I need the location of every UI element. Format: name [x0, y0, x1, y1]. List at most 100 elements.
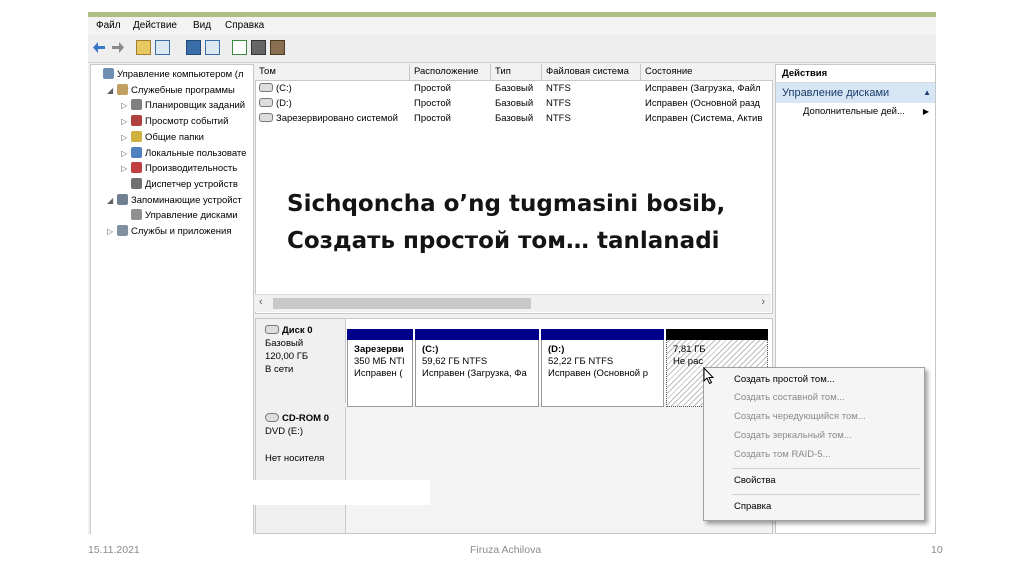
volume-cell: Исправен (Основной разд — [645, 96, 773, 111]
ctx-new-spanned-volume[interactable]: Создать составной том... — [734, 389, 845, 407]
actions-more[interactable]: Дополнительные дей... ▶ — [776, 103, 935, 121]
actions-header: Действия — [776, 65, 935, 83]
tree-node-label: Диспетчер устройств — [145, 178, 238, 190]
scrollbar-thumb[interactable] — [273, 298, 531, 309]
tree-node-label: Планировщик заданий — [145, 100, 246, 112]
tree-node[interactable]: Управление компьютером (л — [93, 67, 244, 82]
action-pane-icon[interactable] — [205, 40, 220, 55]
tree-node-label: Управление дисками — [145, 210, 238, 222]
shared-folder-icon — [131, 130, 142, 142]
column-status[interactable]: Состояние — [641, 64, 773, 80]
ctx-help[interactable]: Справка — [734, 498, 771, 516]
device-manager-icon — [131, 177, 142, 189]
expand-arrow-icon[interactable]: ▷ — [121, 98, 131, 113]
context-menu: Создать простой том... Создать составной … — [703, 367, 925, 521]
disk0-label[interactable]: Диск 0 Базовый 120,00 ГБ В сети — [256, 319, 346, 403]
ctx-properties[interactable]: Свойства — [734, 472, 776, 490]
column-filesystem[interactable]: Файловая система — [542, 64, 641, 80]
tree-node[interactable]: Управление дисками — [121, 208, 238, 223]
menu-view[interactable]: Вид — [193, 20, 211, 31]
disk0-type: Базовый — [265, 338, 304, 349]
actions-section-label: Управление дисками — [782, 87, 890, 99]
connect-icon[interactable] — [251, 40, 266, 55]
tree-node[interactable]: ▷ Производительность — [121, 161, 237, 176]
expand-arrow-icon[interactable]: ◢ — [107, 83, 117, 98]
back-arrow-icon[interactable] — [92, 40, 107, 55]
tree-node-label: Служебные программы — [131, 84, 235, 96]
storage-icon — [117, 193, 128, 205]
volume-cell-text: Зарезервировано системой — [276, 113, 398, 124]
cdrom-media: Нет носителя — [265, 453, 325, 464]
ctx-new-raid5-volume[interactable]: Создать том RAID-5... — [734, 446, 831, 464]
disk-management-icon — [131, 209, 142, 221]
tree-node[interactable]: ▷ Локальные пользовате — [121, 146, 246, 161]
menu-help[interactable]: Справка — [225, 20, 264, 31]
refresh-icon[interactable] — [232, 40, 247, 55]
volume-cell-text: Простой — [414, 113, 451, 124]
expand-arrow-icon[interactable]: ▷ — [121, 130, 131, 145]
performance-icon — [131, 162, 142, 174]
volume-cell-text: Простой — [414, 98, 451, 109]
partition-bar — [666, 329, 768, 340]
tree-node-label: Запоминающие устройст — [131, 194, 242, 206]
ctx-new-simple-volume[interactable]: Создать простой том... — [734, 371, 835, 389]
partition-status: Исправен ( — [354, 368, 403, 379]
console-tree-icon[interactable] — [155, 40, 170, 55]
up-folder-icon[interactable] — [136, 40, 151, 55]
collapse-up-icon[interactable]: ▲ — [923, 83, 931, 103]
scroll-right-icon[interactable]: › — [761, 296, 765, 308]
expand-arrow-icon[interactable]: ▷ — [121, 161, 131, 176]
column-type[interactable]: Тип — [491, 64, 542, 80]
overlay-line-2: Создать простой том… tanlanadi — [287, 228, 720, 254]
horizontal-scrollbar[interactable]: ‹ › — [255, 294, 771, 312]
column-volume[interactable]: Том — [255, 64, 410, 80]
tree-node[interactable]: ▷ Службы и приложения — [107, 224, 231, 239]
properties-icon[interactable] — [270, 40, 285, 55]
tree-node[interactable]: ▷ Планировщик заданий — [121, 98, 245, 113]
scroll-left-icon[interactable]: ‹ — [259, 296, 263, 308]
volume-cell: Базовый — [495, 111, 542, 126]
ctx-new-striped-volume[interactable]: Создать чередующийся том... — [734, 408, 866, 426]
mouse-cursor-icon — [703, 367, 715, 385]
tree-node[interactable]: ◢ Служебные программы — [107, 83, 235, 98]
volume-cell: Исправен (Загрузка, Файл — [645, 81, 773, 96]
partition[interactable]: (D:) 52,22 ГБ NTFS Исправен (Основной р — [541, 329, 664, 407]
tree-node[interactable]: Диспетчер устройств — [121, 177, 238, 192]
users-icon — [131, 146, 142, 158]
expand-arrow-icon[interactable]: ◢ — [107, 193, 117, 208]
footer-date: 15.11.2021 — [88, 544, 140, 556]
partition-body: (D:) 52,22 ГБ NTFS Исправен (Основной р — [541, 340, 664, 407]
volume-cell-text: Исправен (Система, Актив — [645, 113, 763, 124]
menu-file[interactable]: Файл — [96, 20, 121, 31]
toolbar — [88, 35, 936, 63]
volume-cell: NTFS — [546, 111, 641, 126]
cdrom-drive: DVD (E:) — [265, 426, 303, 437]
menu-action[interactable]: Действие — [133, 20, 177, 31]
help-icon[interactable] — [186, 40, 201, 55]
volume-cell[interactable]: (C:) — [259, 81, 410, 96]
tree-node-label: Просмотр событий — [145, 116, 229, 128]
ctx-new-mirrored-volume[interactable]: Создать зеркальный том... — [734, 427, 852, 445]
partition[interactable]: Зарезерви 350 МБ NTI Исправен ( — [347, 329, 413, 407]
partition-bar — [415, 329, 539, 340]
disk0-name: Диск 0 — [282, 325, 313, 336]
tree-node[interactable]: ◢ Запоминающие устройст — [107, 193, 242, 208]
partition[interactable]: (C:) 59,62 ГБ NTFS Исправен (Загрузка, Фа — [415, 329, 539, 407]
event-viewer-icon — [131, 115, 142, 127]
tree-node[interactable]: ▷ Общие папки — [121, 130, 204, 145]
actions-section-disk-management[interactable]: Управление дисками ▲ — [776, 83, 935, 103]
volume-list-header: Том Расположение Тип Файловая система Со… — [255, 64, 773, 81]
instruction-overlay: Sichqoncha o’ng tugmasini bosib, Создать… — [287, 186, 787, 260]
expand-arrow-icon[interactable]: ▷ — [121, 146, 131, 161]
partition-size: 59,62 ГБ NTFS — [422, 356, 488, 367]
services-icon — [117, 225, 128, 236]
cdrom-label[interactable]: CD-ROM 0 DVD (E:) Нет носителя — [256, 407, 346, 533]
forward-arrow-icon[interactable] — [110, 40, 125, 55]
volume-cell[interactable]: (D:) — [259, 96, 410, 111]
tree-node[interactable]: ▷ Просмотр событий — [121, 114, 228, 129]
expand-arrow-icon[interactable]: ▷ — [121, 114, 131, 129]
expand-arrow-icon[interactable]: ▷ — [107, 224, 117, 239]
tree-node-label: Производительность — [145, 163, 238, 175]
column-location[interactable]: Расположение — [410, 64, 491, 80]
volume-cell[interactable]: Зарезервировано системой — [259, 111, 410, 126]
